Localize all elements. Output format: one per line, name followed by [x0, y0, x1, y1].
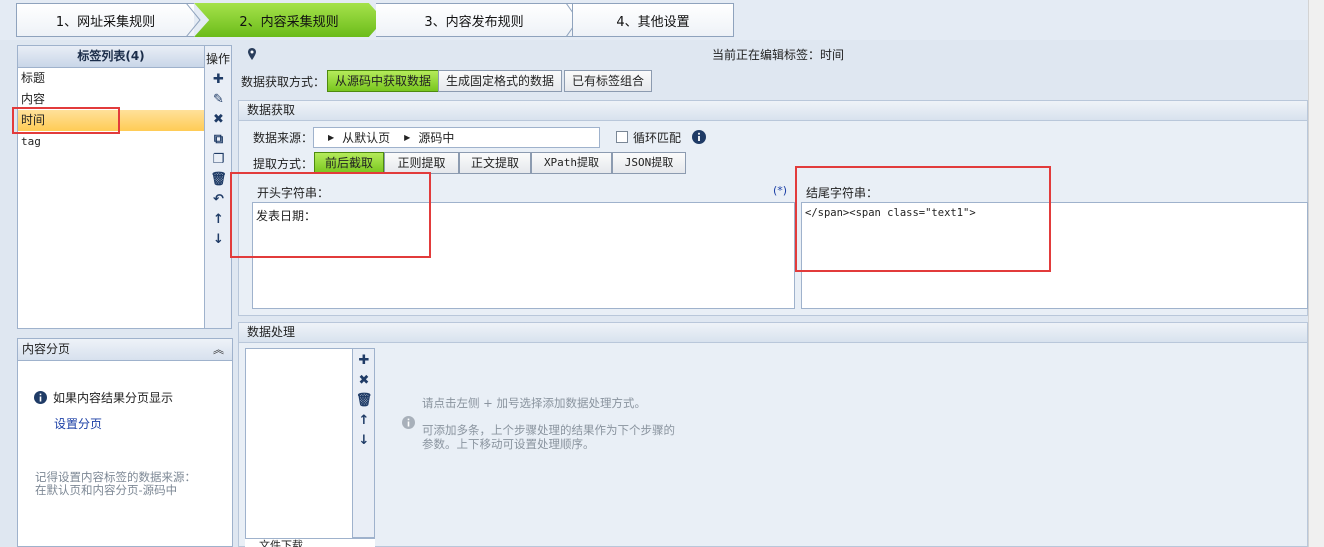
set-pagination-link[interactable]: 设置分页: [54, 415, 102, 432]
data-source-label: 数据来源：: [253, 131, 314, 145]
file-download-item[interactable]: 文件下载: [245, 538, 375, 547]
source-page: 从默认页: [342, 131, 391, 145]
editing-tag-label: 当前正在编辑标签：时间: [712, 48, 845, 62]
wildcard-button[interactable]: (*): [773, 184, 787, 197]
operations-title: 操作: [205, 52, 230, 66]
collapse-icon[interactable]: ︽: [213, 339, 224, 360]
chevron-right-icon: ▶: [328, 133, 335, 142]
pagination-info-text: 如果内容结果分页显示: [53, 391, 174, 405]
pagination-panel: 内容分页 ︽ 如果内容结果分页显示 设置分页 记得设置内容标签的数据来源： 在默…: [17, 338, 233, 547]
operations-toolbar: 操作 ✚ ✎ ✖ ⧉ ❐ 🗑 ↶ ↑ ↓: [205, 45, 232, 329]
pagination-note-line2: 在默认页和内容分页-源码中: [35, 483, 178, 497]
fetch-mode-label: 数据获取方式：: [241, 75, 326, 89]
extract-regex-button[interactable]: 正则提取: [384, 152, 459, 174]
data-processing-section: 数据处理: [238, 322, 1308, 547]
extract-json-button[interactable]: JSON提取: [612, 152, 686, 174]
paste-icon[interactable]: ❐: [205, 149, 232, 169]
processing-hint-add: 请点击左侧 + 加号选择添加数据处理方式。: [422, 396, 646, 410]
step-url-rules[interactable]: 1、网址采集规则: [16, 3, 194, 37]
info-icon: [34, 391, 47, 404]
tag-list-title: 标签列表(4): [18, 46, 204, 68]
annotation-highlight: [795, 166, 1051, 272]
annotation-highlight: [230, 172, 431, 258]
tag-item-tag[interactable]: tag: [18, 131, 204, 152]
extract-method-label: 提取方式：: [253, 157, 314, 171]
copy-icon[interactable]: ⧉: [205, 129, 232, 149]
arrow-down-icon[interactable]: ↓: [205, 229, 232, 249]
data-source-breadcrumb[interactable]: ▶ 从默认页 ▶ 源码中: [313, 127, 600, 148]
extract-body-button[interactable]: 正文提取: [459, 152, 531, 174]
loop-match-label: 循环匹配: [633, 131, 682, 145]
step-other-settings[interactable]: 4、其他设置: [572, 3, 734, 37]
undo-icon[interactable]: ↶: [205, 189, 232, 209]
extract-xpath-button[interactable]: XPath提取: [531, 152, 612, 174]
data-processing-title: 数据处理: [239, 323, 1307, 343]
info-icon[interactable]: [692, 130, 706, 144]
step-content-rules[interactable]: 2、内容采集规则: [194, 3, 384, 37]
close-icon[interactable]: ✖: [353, 370, 375, 390]
arrow-up-icon[interactable]: ↑: [353, 410, 375, 430]
fetch-fixed-format-button[interactable]: 生成固定格式的数据: [438, 70, 563, 92]
data-fetch-title: 数据获取: [239, 101, 1307, 121]
pagination-header: 内容分页 ︽: [18, 339, 232, 361]
processing-toolbar: ✚ ✖ 🗑 ↑ ↓: [353, 348, 375, 538]
close-icon[interactable]: ✖: [205, 109, 232, 129]
extract-before-after-button[interactable]: 前后截取: [314, 152, 384, 174]
processing-hint-line1: 可添加多条，上个步骤处理的结果作为下个步骤的: [422, 423, 675, 437]
window-scrollbar[interactable]: [1308, 0, 1324, 547]
arrow-down-icon[interactable]: ↓: [353, 430, 375, 450]
location-pin-icon: [248, 48, 256, 60]
plus-icon[interactable]: ✚: [353, 350, 375, 370]
processing-hint-line2: 参数。上下移动可设置处理顺序。: [422, 437, 595, 451]
pagination-info: 如果内容结果分页显示: [34, 389, 173, 406]
processing-step-list[interactable]: [245, 348, 353, 547]
tag-item-title[interactable]: 标题: [18, 68, 204, 89]
trash-icon[interactable]: 🗑: [353, 390, 375, 410]
tag-list-panel: 标签列表(4) 标题 内容 时间 tag: [17, 45, 205, 329]
source-type: 源码中: [418, 131, 455, 145]
pencil-icon[interactable]: ✎: [205, 89, 232, 109]
pagination-title: 内容分页: [22, 342, 71, 356]
pagination-note: 记得设置内容标签的数据来源： 在默认页和内容分页-源码中: [35, 471, 196, 497]
plus-icon[interactable]: ✚: [205, 69, 232, 89]
info-icon: [402, 416, 415, 429]
wizard-steps: 1、网址采集规则 2、内容采集规则 3、内容发布规则 4、其他设置: [0, 0, 1324, 40]
step-publish-rules[interactable]: 3、内容发布规则: [376, 3, 572, 37]
fetch-from-source-button[interactable]: 从源码中获取数据: [327, 70, 440, 92]
annotation-highlight: [12, 107, 120, 134]
chevron-right-icon: ▶: [404, 133, 411, 142]
processing-hint-order: 可添加多条，上个步骤处理的结果作为下个步骤的 参数。上下移动可设置处理顺序。: [422, 423, 675, 451]
arrow-up-icon[interactable]: ↑: [205, 209, 232, 229]
fetch-tag-combination-button[interactable]: 已有标签组合: [564, 70, 653, 92]
loop-match-checkbox[interactable]: [616, 131, 628, 143]
trash-icon[interactable]: 🗑: [205, 169, 232, 189]
